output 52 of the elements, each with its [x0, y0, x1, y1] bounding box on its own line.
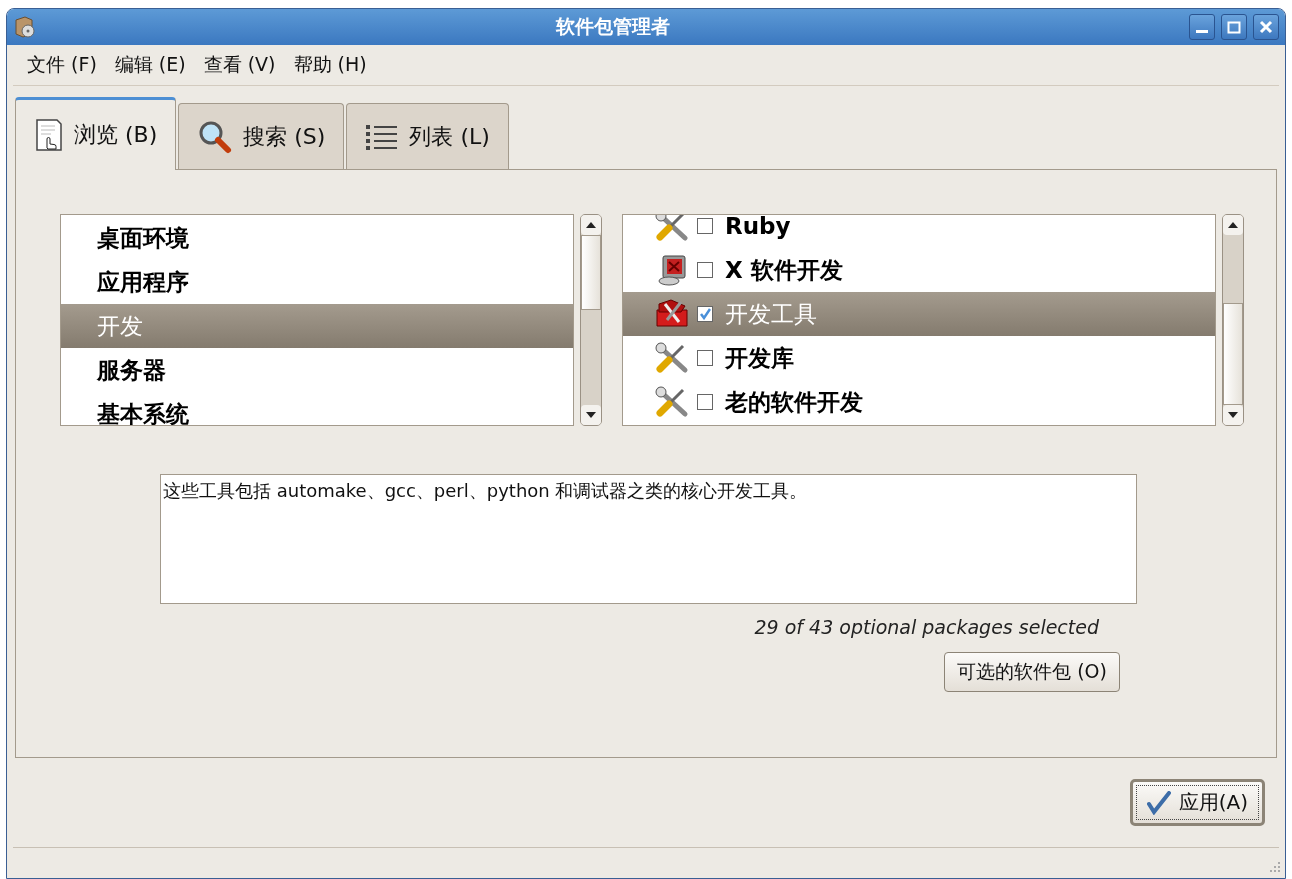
menu-item[interactable]: 文件 (F) [27, 52, 97, 78]
close-button[interactable] [1253, 14, 1279, 40]
scroll-up-icon[interactable] [1223, 215, 1243, 235]
scroll-thumb[interactable] [581, 235, 601, 310]
group-label[interactable]: X 软件开发 [725, 254, 843, 286]
group-row[interactable]: X 软件开发 [623, 248, 1215, 292]
selection-status: 29 of 43 optional packages selected [754, 616, 1099, 638]
close-icon [1259, 20, 1273, 34]
scroll-down-icon[interactable] [581, 405, 601, 425]
checkbox[interactable] [697, 262, 713, 278]
group-row[interactable]: Ruby [623, 215, 1215, 248]
group-row[interactable]: 开发库 [623, 336, 1215, 380]
tools-icon [655, 386, 689, 418]
checkbox[interactable] [697, 218, 713, 234]
category-item[interactable]: 服务器 [61, 348, 573, 392]
description-box: 这些工具包括 automake、gcc、perl、python 和调试器之类的核心开发工具。 [160, 474, 1137, 604]
apply-button[interactable]: 应用(A) [1129, 779, 1265, 826]
checkbox[interactable] [697, 394, 713, 410]
window-title: 软件包管理者 [554, 14, 671, 39]
scrollbar[interactable] [1222, 214, 1244, 426]
category-item[interactable]: 基本系统 [61, 392, 573, 425]
page-cursor-icon [34, 118, 64, 152]
group-label[interactable]: 老的软件开发 [725, 386, 863, 418]
tools-icon [655, 215, 689, 242]
menu-item[interactable]: 查看 (V) [203, 52, 276, 78]
package-icon [13, 15, 37, 39]
scroll-down-icon[interactable] [1223, 405, 1243, 425]
monitor-icon [655, 254, 689, 286]
tab[interactable]: 浏览 (B) [15, 97, 177, 170]
checkbox[interactable] [697, 350, 713, 366]
maximize-button[interactable] [1221, 14, 1247, 40]
group-row[interactable]: 老的软件开发 [623, 380, 1215, 424]
checkbox[interactable] [697, 306, 713, 322]
resize-grip-icon[interactable] [1267, 860, 1281, 874]
tab[interactable]: 列表 (L) [346, 103, 509, 169]
menu-item[interactable]: 帮助 (H) [293, 52, 367, 78]
toolbox-icon [655, 298, 689, 330]
scroll-thumb[interactable] [1223, 303, 1243, 405]
optional-packages-button[interactable]: 可选的软件包 (O) [944, 652, 1120, 692]
minimize-icon [1196, 30, 1208, 33]
scroll-up-icon[interactable] [581, 215, 601, 235]
scrollbar[interactable] [580, 214, 602, 426]
minimize-button[interactable] [1189, 14, 1215, 40]
tab[interactable]: 搜索 (S) [178, 103, 345, 169]
group-label[interactable]: Ruby [725, 215, 791, 239]
category-item[interactable]: 桌面环境 [61, 216, 573, 260]
category-item[interactable]: 应用程序 [61, 260, 573, 304]
maximize-icon [1227, 20, 1241, 34]
checkmark-icon [1146, 790, 1171, 815]
menu-item[interactable]: 编辑 (E) [114, 52, 186, 78]
group-label[interactable]: 开发库 [725, 342, 794, 374]
tools-icon [655, 342, 689, 374]
